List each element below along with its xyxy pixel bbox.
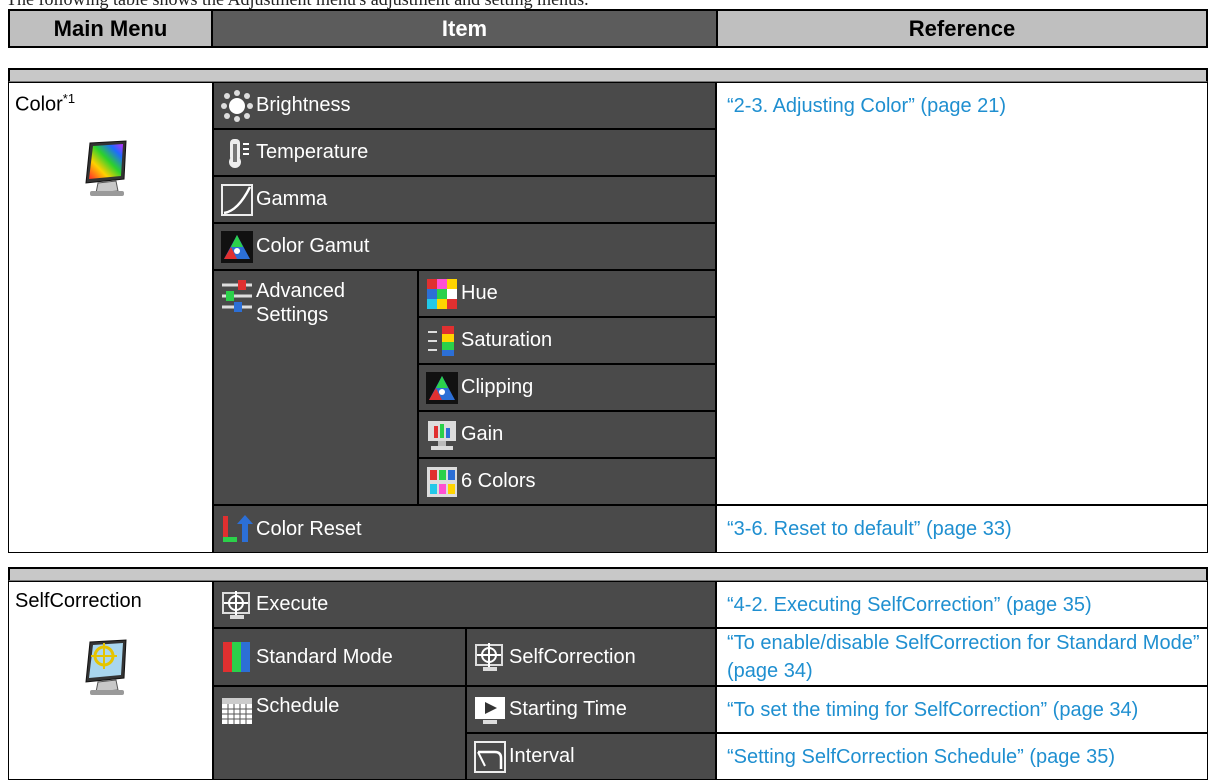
item-temperature-label: Temperature <box>256 141 369 163</box>
header-item: Item <box>213 9 716 48</box>
main-menu-color-label: Color <box>15 93 63 116</box>
item-color-gamut-label: Color Gamut <box>256 235 370 257</box>
item-schedule-label: Schedule <box>256 695 340 717</box>
item-execute: Execute <box>213 581 716 628</box>
ref-set-timing[interactable]: “To set the timing for SelfCorrection” (… <box>716 686 1208 733</box>
hue-icon <box>425 277 459 311</box>
item-interval-label: Interval <box>509 745 575 767</box>
ref-executing-selfcorrection[interactable]: “4-2. Executing SelfCorrection” (page 35… <box>716 581 1208 628</box>
item-gamma: Gamma <box>213 176 716 223</box>
rgb-bars-icon <box>220 640 254 674</box>
item-gain-label: Gain <box>461 423 504 445</box>
ref-executing-link[interactable]: “4-2. Executing SelfCorrection” (page 35… <box>727 591 1092 619</box>
item-interval: Interval <box>466 733 716 780</box>
item-standard-mode: Standard Mode <box>213 628 466 686</box>
item-saturation-label: Saturation <box>461 329 553 351</box>
intro-text: The following table shows the Adjustment… <box>6 0 589 9</box>
crosshair-monitor-icon <box>220 588 254 622</box>
ref-timing-link[interactable]: “To set the timing for SelfCorrection” (… <box>727 696 1138 724</box>
item-standard-mode-label: Standard Mode <box>256 645 393 668</box>
header-reference: Reference <box>716 9 1208 48</box>
crosshair-monitor-icon <box>473 640 507 674</box>
main-menu-selfcorrection: SelfCorrection <box>8 581 213 780</box>
item-gain: Gain <box>418 411 716 458</box>
item-color-gamut: Color Gamut <box>213 223 716 270</box>
header-main-menu: Main Menu <box>8 9 213 48</box>
ref-schedule-link[interactable]: “Setting SelfCorrection Schedule” (page … <box>727 743 1115 771</box>
item-clipping-label: Clipping <box>461 376 534 398</box>
selfcorrection-monitor-icon <box>85 639 127 695</box>
six-colors-icon <box>425 465 459 499</box>
main-menu-color: Color*1 <box>8 82 213 553</box>
calendar-icon <box>220 695 254 729</box>
saturation-icon <box>425 324 459 358</box>
item-brightness: Brightness <box>213 82 716 129</box>
item-brightness-label: Brightness <box>256 94 351 116</box>
ref-reset-default[interactable]: “3-6. Reset to default” (page 33) <box>716 505 1208 553</box>
color-monitor-icon <box>85 140 127 196</box>
gain-icon <box>425 418 459 452</box>
footnote-marker: *1 <box>62 91 76 106</box>
ref-enable-disable[interactable]: “To enable/disable SelfCorrection for St… <box>716 628 1208 686</box>
item-saturation: Saturation <box>418 317 716 364</box>
item-advanced-settings: Advanced Settings <box>213 270 418 505</box>
play-screen-icon <box>473 693 507 727</box>
item-hue: Hue <box>418 270 716 317</box>
item-selfcorrection-toggle: SelfCorrection <box>466 628 716 686</box>
item-execute-label: Execute <box>256 593 329 615</box>
item-hue-label: Hue <box>461 282 498 304</box>
ref-schedule[interactable]: “Setting SelfCorrection Schedule” (page … <box>716 733 1208 780</box>
gamma-curve-icon <box>220 183 254 217</box>
clipping-icon <box>425 371 459 405</box>
item-starting-time: Starting Time <box>466 686 716 733</box>
interval-icon <box>473 740 507 774</box>
ref-adjusting-color[interactable]: “2-3. Adjusting Color” (page 21) <box>716 82 1208 505</box>
item-advanced-settings-label: Advanced Settings <box>256 280 345 326</box>
item-selfcorrection-label: SelfCorrection <box>509 645 636 668</box>
section-divider-color <box>8 68 1208 82</box>
thermometer-icon <box>220 136 254 170</box>
brightness-icon <box>220 89 254 123</box>
item-temperature: Temperature <box>213 129 716 176</box>
item-six-colors-label: 6 Colors <box>461 470 536 492</box>
item-schedule: Schedule <box>213 686 466 780</box>
ref-reset-default-link[interactable]: “3-6. Reset to default” (page 33) <box>727 515 1012 543</box>
item-gamma-label: Gamma <box>256 188 328 210</box>
ref-enable-disable-link[interactable]: “To enable/disable SelfCorrection for St… <box>727 629 1207 685</box>
item-clipping: Clipping <box>418 364 716 411</box>
main-menu-selfcorrection-label: SelfCorrection <box>15 590 142 612</box>
advanced-settings-icon <box>220 279 254 313</box>
item-starting-time-label: Starting Time <box>509 698 627 720</box>
color-reset-icon <box>220 512 254 546</box>
section-divider-selfcorrection <box>8 567 1208 581</box>
item-color-reset-label: Color Reset <box>256 517 362 540</box>
color-gamut-icon <box>220 230 254 264</box>
item-six-colors: 6 Colors <box>418 458 716 505</box>
ref-adjusting-color-link[interactable]: “2-3. Adjusting Color” (page 21) <box>727 92 1006 120</box>
item-color-reset: Color Reset <box>213 505 716 553</box>
